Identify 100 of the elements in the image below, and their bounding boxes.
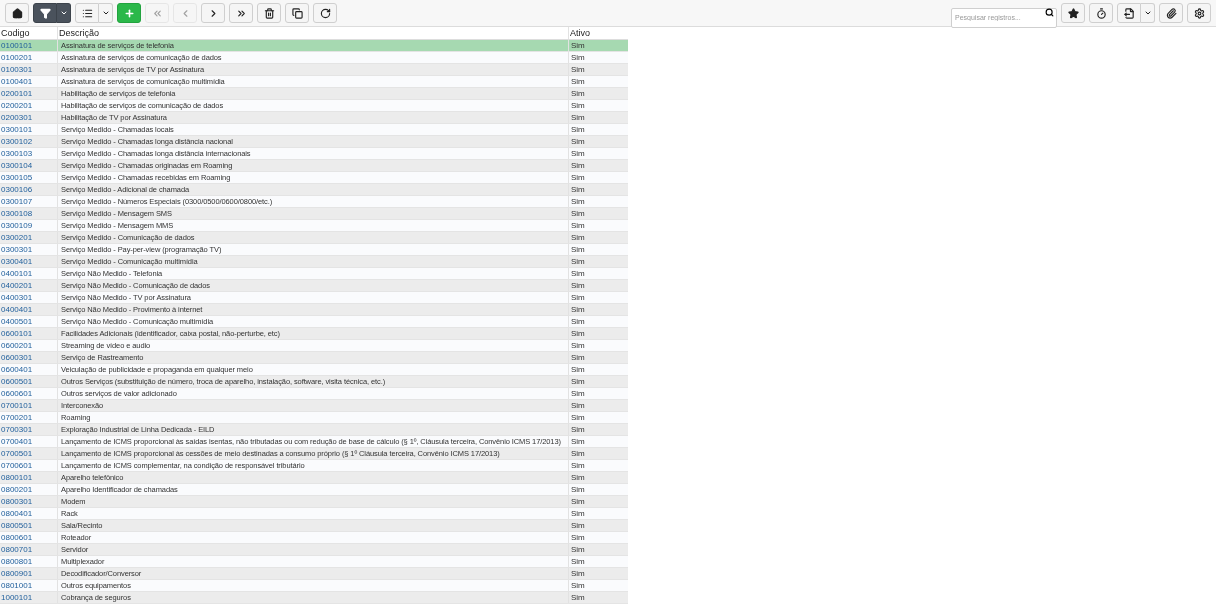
table-cell-text: Sim xyxy=(570,244,586,255)
column-header[interactable]: Descrição xyxy=(58,27,569,39)
table-cell-text: Sim xyxy=(570,460,586,471)
table-cell-text: Sim xyxy=(570,580,586,591)
plus-icon xyxy=(123,7,135,19)
caret-icon xyxy=(101,9,110,17)
table-cell-text: Sim xyxy=(570,400,586,411)
table-cell: 0200301 xyxy=(0,112,58,123)
table-cell: 0800701 xyxy=(0,544,58,555)
settings-button[interactable] xyxy=(1187,3,1211,23)
table-cell: 0600501 xyxy=(0,376,58,387)
table-cell-text: Sim xyxy=(570,592,586,603)
table-cell: 1000101 xyxy=(0,592,58,603)
copy-icon xyxy=(291,7,303,19)
table-cell: 0801001 xyxy=(0,580,58,591)
table-cell: 0700401 xyxy=(0,436,58,447)
table-cell-text: Sim xyxy=(570,376,586,387)
search-icon xyxy=(1045,8,1054,17)
paperclip-icon xyxy=(1165,7,1177,19)
table-cell-text: Sim xyxy=(570,232,586,243)
table-cell: 0200101 xyxy=(0,88,58,99)
list-icon xyxy=(81,7,93,19)
table-cell-text: Sim xyxy=(570,316,586,327)
table-cell: 0400401 xyxy=(0,304,58,315)
table-cell: 0800301 xyxy=(0,496,58,507)
chevron-right-button[interactable] xyxy=(201,3,225,23)
table-cell: 0700301 xyxy=(0,424,58,435)
table-cell-text: Sim xyxy=(570,544,586,555)
star-icon xyxy=(1067,7,1079,19)
plus-button[interactable] xyxy=(117,3,141,23)
dropdown-toggle[interactable] xyxy=(57,3,71,23)
filter-button[interactable] xyxy=(33,3,57,23)
list-button[interactable] xyxy=(75,3,99,23)
table-cell-text: Sim xyxy=(570,40,586,51)
table-cell-text: Sim xyxy=(570,448,586,459)
filter-icon xyxy=(39,7,51,19)
refresh-icon xyxy=(319,7,331,19)
table-cell: 0800801 xyxy=(0,556,58,567)
table-cell: 0600101 xyxy=(0,328,58,339)
table-cell: 0300105 xyxy=(0,172,58,183)
double-chevron-right-button[interactable] xyxy=(229,3,253,23)
table-cell: 0600201 xyxy=(0,340,58,351)
table-cell-text: Sim xyxy=(570,508,586,519)
paperclip-button[interactable] xyxy=(1159,3,1183,23)
column-header[interactable]: Ativo xyxy=(569,27,628,39)
table-cell-text: Sim xyxy=(570,436,586,447)
table-cell-text: Sim xyxy=(570,160,586,171)
table-cell-text: Sim xyxy=(570,496,586,507)
table-cell: 0100101 xyxy=(0,40,58,51)
table-cell: 0300109 xyxy=(0,220,58,231)
table-cell: 0300106 xyxy=(0,184,58,195)
table-cell: 0300107 xyxy=(0,196,58,207)
table-cell: 0400301 xyxy=(0,292,58,303)
table-cell-text: Sim xyxy=(570,100,586,111)
table-cell: 0600601 xyxy=(0,388,58,399)
table-cell: 0400201 xyxy=(0,280,58,291)
trash-icon xyxy=(263,7,275,19)
table-cell: 0400501 xyxy=(0,316,58,327)
star-button[interactable] xyxy=(1061,3,1085,23)
table-cell-text: Sim xyxy=(570,424,586,435)
table-cell: 0800201 xyxy=(0,484,58,495)
home-button[interactable] xyxy=(5,3,29,23)
table-cell-text: Sim xyxy=(570,112,586,123)
table-cell: 0800501 xyxy=(0,520,58,531)
column-header[interactable]: Codigo xyxy=(0,27,58,39)
table-cell: 0300101 xyxy=(0,124,58,135)
stopwatch-icon xyxy=(1095,7,1107,19)
table-cell-text: Sim xyxy=(570,208,586,219)
stopwatch-button[interactable] xyxy=(1089,3,1113,23)
copy-button[interactable] xyxy=(285,3,309,23)
table-cell-text: Sim xyxy=(570,292,586,303)
table-cell: 0300401 xyxy=(0,256,58,267)
table-cell-text: Sim xyxy=(570,268,586,279)
table-cell: 0300301 xyxy=(0,244,58,255)
table-cell-text: Sim xyxy=(570,340,586,351)
trash-button[interactable] xyxy=(257,3,281,23)
table-cell: 0600301 xyxy=(0,352,58,363)
table-cell: 0300104 xyxy=(0,160,58,171)
table-cell-text: Sim xyxy=(570,484,586,495)
table-cell-text: Sim xyxy=(570,388,586,399)
table-cell: 0200201 xyxy=(0,100,58,111)
table-cell: 0700501 xyxy=(0,448,58,459)
table-cell-text: Sim xyxy=(570,532,586,543)
table-cell: 0100401 xyxy=(0,76,58,87)
home-icon xyxy=(11,7,23,19)
file-export-button[interactable] xyxy=(1117,3,1141,23)
refresh-button[interactable] xyxy=(313,3,337,23)
table-cell: 0300102 xyxy=(0,136,58,147)
table-cell: 0300201 xyxy=(0,232,58,243)
table-cell-text: Sim xyxy=(570,124,586,135)
table-cell: 0800101 xyxy=(0,472,58,483)
table-cell: 0800401 xyxy=(0,508,58,519)
table-cell: 0700201 xyxy=(0,412,58,423)
table-cell-text: Sim xyxy=(570,148,586,159)
caret-icon xyxy=(59,9,68,17)
table-cell: 0300103 xyxy=(0,148,58,159)
table-cell-text: Sim xyxy=(570,184,586,195)
table-cell-text: Sim xyxy=(570,220,586,231)
table-cell-text: Sim xyxy=(570,328,586,339)
table-cell: 0400101 xyxy=(0,268,58,279)
